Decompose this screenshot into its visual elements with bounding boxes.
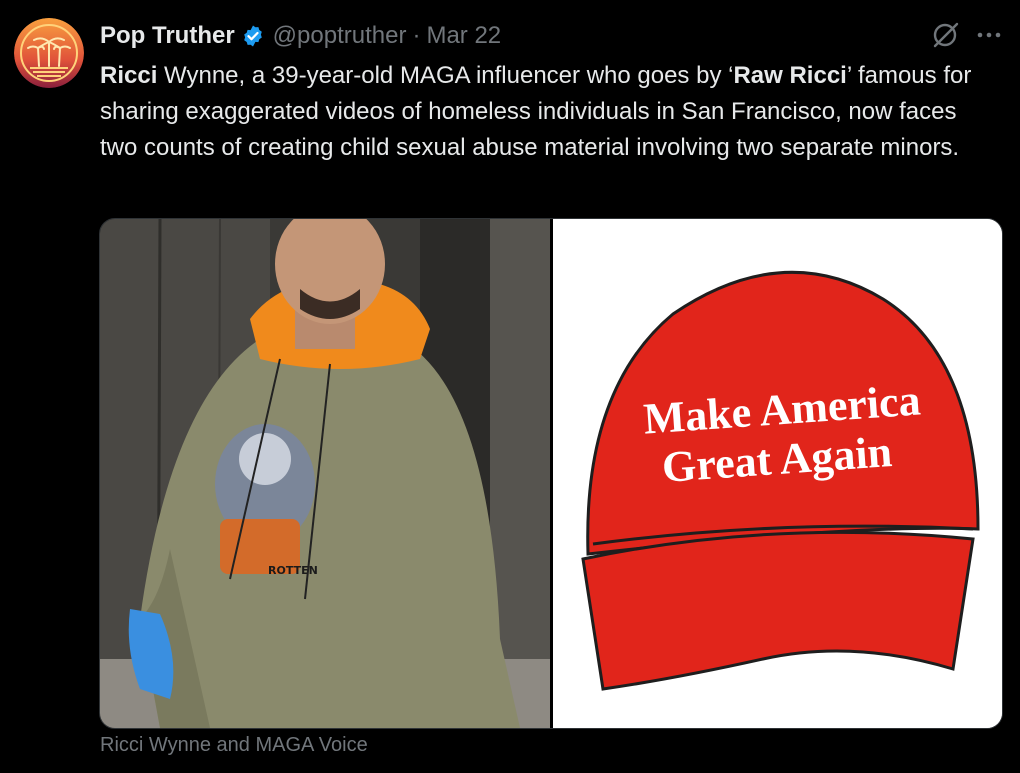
photo-maga-hat[interactable]: Make America Great Again xyxy=(553,219,1002,728)
photo-ricci-wynne[interactable]: ROTTEN xyxy=(100,219,550,728)
tweet-text-bold: Ricci xyxy=(100,62,158,89)
tweet-text: Ricci Wynne, a 39-year-old MAGA influenc… xyxy=(100,58,980,166)
tweet-text-segment: Wynne, a 39-year-old MAGA influencer who… xyxy=(157,62,734,89)
tweet-header: Pop Truther @poptruther · Mar 22 xyxy=(100,20,501,52)
more-icon[interactable] xyxy=(976,22,1002,48)
sweatshirt-patch-text: ROTTEN xyxy=(268,564,318,577)
separator-dot: · xyxy=(412,22,421,49)
top-actions xyxy=(930,20,1002,50)
palm-trees-logo-icon xyxy=(14,18,84,88)
media-caption: Ricci Wynne and MAGA Voice xyxy=(100,734,368,756)
tweet-date[interactable]: Mar 22 xyxy=(426,22,501,50)
media-grid: ROTTEN Make America Great Again xyxy=(99,218,1003,729)
tweet-text-bold: Raw Ricci xyxy=(733,62,847,89)
verified-badge-icon xyxy=(241,24,265,48)
grok-icon[interactable] xyxy=(930,20,960,50)
display-name[interactable]: Pop Truther xyxy=(100,22,235,50)
avatar[interactable] xyxy=(14,18,84,88)
author-handle[interactable]: @poptruther xyxy=(273,22,407,50)
